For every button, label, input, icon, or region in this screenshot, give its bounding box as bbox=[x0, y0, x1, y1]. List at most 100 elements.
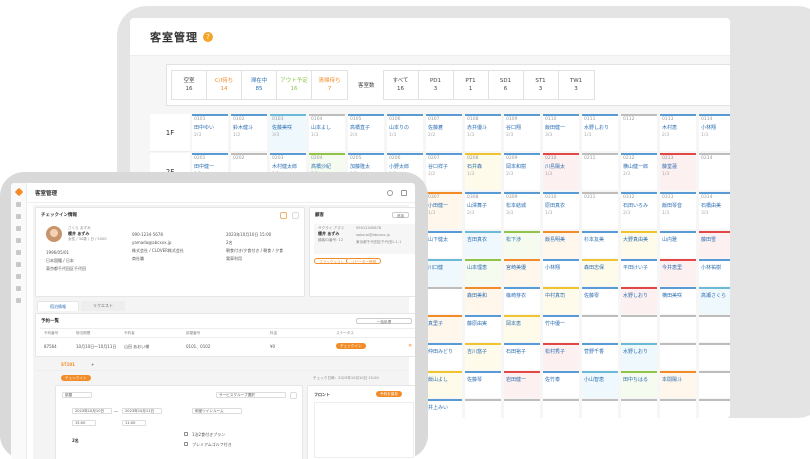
room-type-count-0[interactable]: すべて 16 bbox=[384, 71, 419, 99]
tab-request[interactable]: リクエスト bbox=[81, 301, 125, 311]
room-tile[interactable]: 石田裕子 bbox=[504, 343, 540, 370]
time-to-field[interactable]: 11:00 bbox=[122, 420, 146, 426]
room-tile[interactable]: 今井恵里 bbox=[660, 259, 696, 286]
room-tile[interactable]: 藤原由実 bbox=[465, 315, 501, 342]
room-tile[interactable]: 高瀬さくら bbox=[699, 287, 730, 314]
room-tile[interactable]: 松下渉 bbox=[504, 231, 540, 258]
room-tile[interactable]: 0102 鈴木健斗 1/2 bbox=[231, 114, 267, 151]
room-tile[interactable]: 0103 佐藤美咲 3/3 bbox=[270, 114, 306, 151]
room-tile[interactable]: 松村秀子 bbox=[543, 343, 579, 370]
help-icon[interactable]: ? bbox=[203, 31, 213, 42]
date-from-field[interactable]: 2023年10月10日 bbox=[72, 408, 112, 414]
calendar-icon[interactable] bbox=[280, 212, 287, 219]
room-tile[interactable]: 0111 水野しおり 1/3 bbox=[582, 114, 618, 151]
room-type-select[interactable]: 和室ツインルーム bbox=[192, 408, 242, 414]
room-tile[interactable]: 藤田雪 bbox=[699, 231, 730, 258]
sidebar-list-icon[interactable] bbox=[16, 250, 21, 255]
room-tile[interactable]: 0113 木村恵 2/3 bbox=[660, 114, 696, 151]
room-tile[interactable]: 0208 石井森 1/3 bbox=[465, 153, 501, 190]
room-tile[interactable]: 佐藤零 bbox=[582, 287, 618, 314]
room-tile[interactable]: 0309 松本結城 3/3 bbox=[504, 192, 540, 229]
room-tile[interactable]: 吉川悠子 bbox=[465, 343, 501, 370]
room-tile[interactable]: 菅野千香 bbox=[582, 343, 618, 370]
status-count-1[interactable]: C/I待ち 14 bbox=[207, 71, 242, 99]
sidebar-settings-icon[interactable] bbox=[16, 298, 21, 303]
room-tile[interactable]: 0212 横山健一郎 2/3 bbox=[621, 153, 657, 190]
room-tile[interactable]: 飯島明美 bbox=[543, 231, 579, 258]
room-tile[interactable]: 山本理恵 bbox=[465, 259, 501, 286]
tab-stay-info[interactable]: 宿泊情報 bbox=[37, 301, 79, 311]
room-tile[interactable]: 平田けい子 bbox=[621, 259, 657, 286]
edit-icon[interactable] bbox=[292, 212, 299, 219]
room-tile[interactable]: 飯山よし bbox=[426, 371, 462, 398]
room-tile[interactable]: 横田美咲 bbox=[660, 287, 696, 314]
room-tile[interactable]: 森田美和 bbox=[465, 287, 501, 314]
room-tile[interactable]: 宮崎美優 bbox=[504, 259, 540, 286]
room-tile[interactable]: 0213 藤堂蓮 1/3 bbox=[660, 153, 696, 190]
room-select[interactable]: 部屋 bbox=[62, 392, 92, 398]
room-tile[interactable]: 仲田みどり bbox=[426, 343, 462, 370]
room-tile[interactable]: 0214 bbox=[699, 153, 730, 190]
room-tile[interactable]: 0311 bbox=[582, 192, 618, 229]
room-tile[interactable]: 0105 高橋直子 2/4 bbox=[348, 114, 384, 151]
room-tile[interactable]: 0106 山本りの 1/3 bbox=[387, 114, 423, 151]
room-type-count-2[interactable]: PT1 1 bbox=[454, 71, 489, 99]
status-count-3[interactable]: アウト予定 16 bbox=[277, 71, 312, 99]
close-icon[interactable]: ✕ bbox=[408, 343, 412, 349]
room-tile[interactable] bbox=[465, 399, 501, 418]
room-tile[interactable]: 真里子 bbox=[426, 315, 462, 342]
room-tile[interactable] bbox=[582, 315, 618, 342]
room-tile[interactable] bbox=[621, 315, 657, 342]
room-tile[interactable]: 水野しおり bbox=[621, 287, 657, 314]
room-tile[interactable]: 中村真司 bbox=[543, 287, 579, 314]
sidebar-guest-icon[interactable] bbox=[16, 238, 21, 243]
plan1-checkbox[interactable] bbox=[184, 432, 188, 436]
sidebar-room-icon[interactable] bbox=[16, 226, 21, 231]
plan2-checkbox[interactable] bbox=[184, 442, 188, 446]
room-tile[interactable]: 小山智恵 bbox=[582, 371, 618, 398]
date-to-field[interactable]: 2023年10月11日 bbox=[122, 408, 162, 414]
room-tile[interactable]: 0308 山澤舞子 2/3 bbox=[465, 192, 501, 229]
checkin-status-button[interactable]: チェックイン bbox=[61, 375, 91, 381]
room-tile[interactable]: 水野しおり bbox=[621, 343, 657, 370]
room-type-count-4[interactable]: ST1 3 bbox=[524, 71, 559, 99]
room-tile[interactable] bbox=[699, 371, 730, 398]
room-tile[interactable] bbox=[699, 315, 730, 342]
room-tile[interactable]: 岩田健一 bbox=[504, 371, 540, 398]
status-count-0[interactable]: 空室 16 bbox=[172, 71, 207, 99]
repeater-badge[interactable]: リピーター登録 bbox=[346, 258, 382, 264]
room-tile[interactable]: 0314 石橋由美 3/3 bbox=[699, 192, 730, 229]
room-tile[interactable]: 0210 川島陽太 1/3 bbox=[543, 153, 579, 190]
room-tile[interactable]: 0207 谷口祥子 2/2 bbox=[426, 153, 462, 190]
add-section-tab[interactable]: + bbox=[91, 362, 94, 367]
room-tile[interactable]: 篠崎芽衣 bbox=[504, 287, 540, 314]
room-tile[interactable] bbox=[582, 399, 618, 418]
room-tile[interactable]: 0108 赤井優斗 1/3 bbox=[465, 114, 501, 151]
room-tile[interactable]: 0101 田中ゆい 2/3 bbox=[192, 114, 228, 151]
room-tile[interactable]: 吉田真衣 bbox=[465, 231, 501, 258]
room-tile[interactable]: 0209 岡本和樹 2/3 bbox=[504, 153, 540, 190]
room-tile[interactable]: 0211 bbox=[582, 153, 618, 190]
room-tile[interactable]: 0112 bbox=[621, 114, 657, 151]
room-tile[interactable]: 森田志保 bbox=[582, 259, 618, 286]
room-tile[interactable] bbox=[699, 343, 730, 370]
notification-icon[interactable] bbox=[387, 189, 393, 196]
room-tile[interactable]: 田中ちはる bbox=[621, 371, 657, 398]
edit-icon[interactable] bbox=[290, 392, 297, 399]
room-tile[interactable]: 竹中優一 bbox=[543, 315, 579, 342]
room-tile[interactable]: 山内雅 bbox=[660, 231, 696, 258]
room-tile[interactable] bbox=[504, 399, 540, 418]
room-tile[interactable]: 佐竹泰 bbox=[543, 371, 579, 398]
save-reservation-button[interactable]: 予約を保存 bbox=[376, 391, 402, 397]
user-menu-icon[interactable] bbox=[401, 189, 407, 196]
room-tile[interactable]: 井上みい bbox=[426, 399, 462, 418]
room-tile[interactable]: 0107 佐藤蒼 2/2 bbox=[426, 114, 462, 151]
room-tile[interactable]: 0114 小林翔 1/3 bbox=[699, 114, 730, 151]
room-tile[interactable]: 0110 飯田健一 3/3 bbox=[543, 114, 579, 151]
room-tile[interactable] bbox=[621, 399, 657, 418]
room-tile[interactable]: 本間陽斗 bbox=[660, 371, 696, 398]
room-tile[interactable]: 川口健 bbox=[426, 259, 462, 286]
status-count-2[interactable]: 滞在中 85 bbox=[242, 71, 277, 99]
room-tile[interactable]: 0104 山本よし 1/3 bbox=[309, 114, 345, 151]
sidebar-calendar-icon[interactable] bbox=[16, 214, 21, 219]
